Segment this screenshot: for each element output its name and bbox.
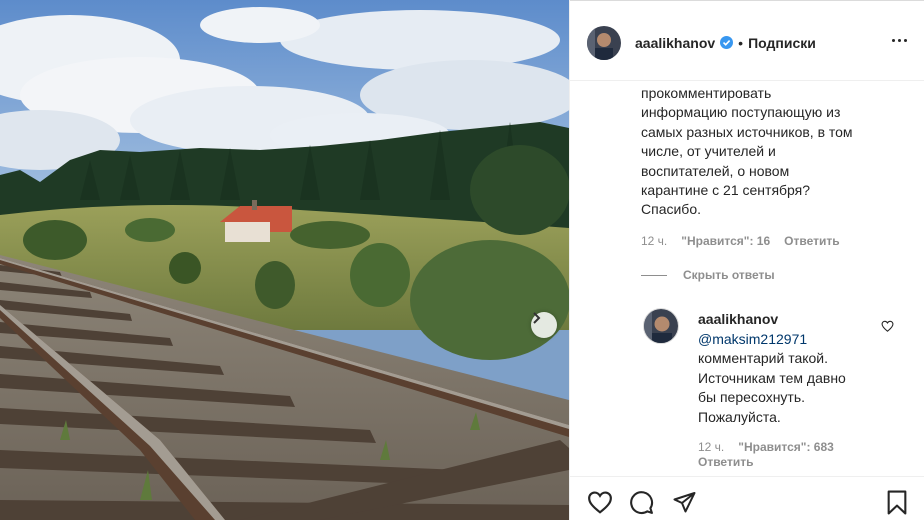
comment-text: прокомментировать информацию поступающую… [641, 84, 881, 220]
comment-icon[interactable] [629, 490, 654, 520]
comment-line: Спасибо. [641, 201, 701, 218]
comment-line: воспитателей, о новом [641, 162, 790, 179]
hide-replies-label: Скрыть ответы [683, 268, 775, 282]
comment-line: карантине с 21 сентября? [641, 182, 811, 199]
comment-line: самых разных источников, в том [641, 123, 853, 140]
reply-author-username[interactable]: aaalikhanov [698, 311, 778, 327]
post-header: aaalikhanov • Подписки [570, 5, 924, 81]
reply-meta: 12 ч. "Нравится": 683 [698, 440, 834, 454]
reply-like-heart-icon[interactable] [881, 319, 894, 337]
reply-line: Источникам тем давно [698, 369, 846, 386]
action-bar [570, 476, 924, 520]
heart-icon[interactable] [587, 490, 613, 519]
reply-likes[interactable]: "Нравится": 683 [738, 440, 834, 454]
next-photo-button[interactable] [531, 312, 557, 338]
comment-likes[interactable]: "Нравится": 16 [681, 234, 770, 248]
reply-line: комментарий такой. [698, 350, 829, 367]
top-divider [570, 0, 924, 4]
comment-line: числе, от учителей и [641, 143, 776, 160]
separator-dot: • [738, 34, 744, 51]
comment-meta: 12 ч. "Нравится": 16 Ответить [641, 234, 840, 248]
verified-badge-icon [720, 36, 734, 49]
reply-text: @maksim212971 комментарий такой. Источни… [698, 330, 898, 427]
bookmark-icon[interactable] [886, 490, 908, 520]
reply-actions: Ответить [698, 455, 753, 469]
author-avatar[interactable] [587, 25, 621, 60]
author-username[interactable]: aaalikhanov [635, 35, 715, 51]
following-button[interactable]: Подписки [748, 35, 816, 51]
replies-line [641, 274, 667, 276]
hide-replies-button[interactable]: Скрыть ответы [641, 268, 775, 282]
comment-reply-button[interactable]: Ответить [784, 234, 839, 248]
share-icon[interactable] [672, 490, 697, 519]
reply-author-avatar[interactable] [643, 308, 679, 344]
reply-line: бы пересохнуть. [698, 389, 806, 406]
post-detail-panel: aaalikhanov • Подписки прокомментировать… [569, 0, 924, 520]
comment-line: информацию поступающую из [641, 104, 841, 121]
reply-mention[interactable]: @maksim212971 [698, 330, 898, 349]
railway-landscape-image [0, 0, 569, 520]
reply-line: Пожалуйста. [698, 408, 781, 425]
chevron-right-icon [533, 312, 541, 324]
reply-time[interactable]: 12 ч. [698, 440, 724, 454]
reply-reply-button[interactable]: Ответить [698, 455, 753, 469]
comment-line: прокомментировать [641, 85, 772, 101]
comment-time[interactable]: 12 ч. [641, 234, 667, 248]
post-photo [0, 0, 569, 520]
more-options-icon[interactable] [892, 39, 907, 42]
